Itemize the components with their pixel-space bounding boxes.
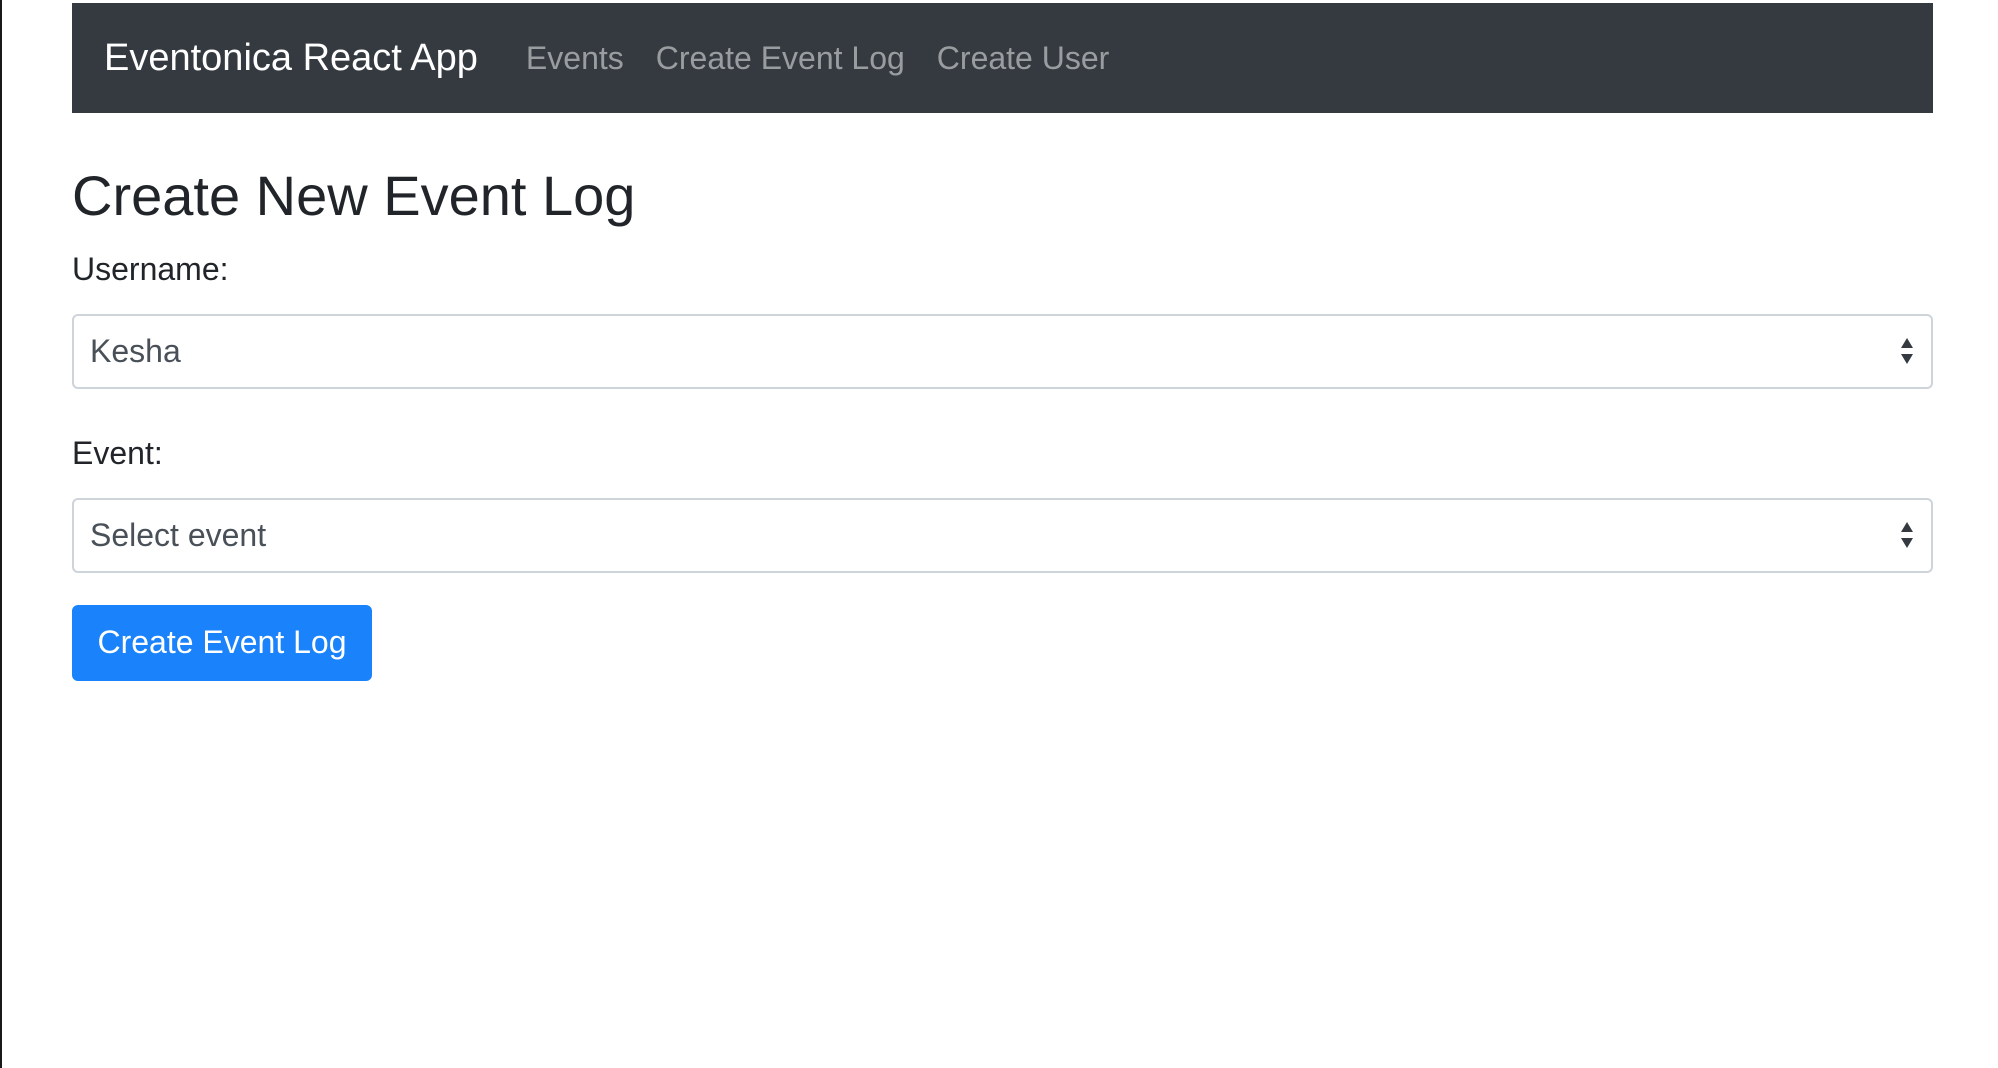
nav-link-create-user[interactable]: Create User <box>937 40 1110 77</box>
username-select[interactable]: Kesha <box>72 313 1933 389</box>
select-updown-icon <box>1901 522 1913 549</box>
event-select-value: Select event <box>90 516 267 553</box>
page-title: Create New Event Log <box>72 164 636 227</box>
username-select-value: Kesha <box>90 332 181 369</box>
username-label: Username: <box>72 250 229 287</box>
browser-frame: Eventonica React App Events Create Event… <box>0 0 1998 1068</box>
username-form-group: Username: Kesha <box>72 251 1933 389</box>
nav-link-events[interactable]: Events <box>526 40 624 77</box>
event-label: Event: <box>72 434 163 471</box>
main-content: Create New Event Log Username: Kesha Eve… <box>72 113 1933 681</box>
top-navbar: Eventonica React App Events Create Event… <box>72 3 1933 113</box>
create-event-log-button[interactable]: Create Event Log <box>72 604 372 681</box>
select-updown-icon <box>1901 338 1913 365</box>
event-select[interactable]: Select event <box>72 497 1933 573</box>
event-form-group: Event: Select event <box>72 435 1933 573</box>
navbar-brand[interactable]: Eventonica React App <box>104 37 478 80</box>
nav-link-create-event-log[interactable]: Create Event Log <box>656 40 905 77</box>
